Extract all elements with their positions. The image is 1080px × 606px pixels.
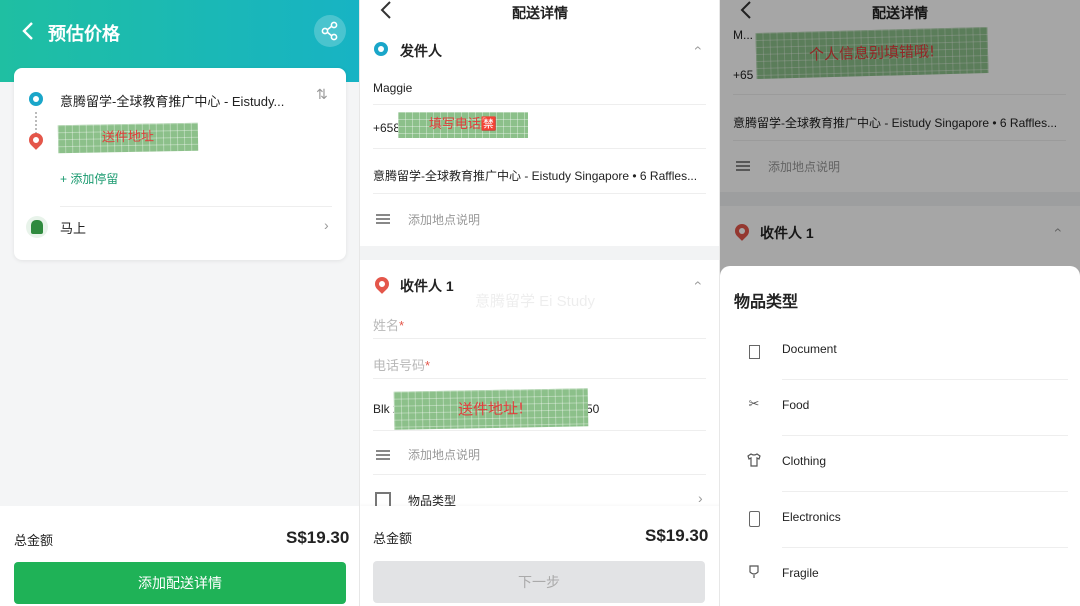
item-type-screen: 配送详情 M... +65 个人信息别填错哦! 意腾留学-全球教育推广中心 - …	[720, 0, 1080, 606]
divider	[373, 378, 706, 379]
motorbike-icon	[26, 216, 48, 238]
pickup-address[interactable]: 意腾留学-全球教育推广中心 - Eistudy...	[60, 91, 300, 110]
add-location-note[interactable]: 添加地点说明	[408, 446, 480, 463]
option-food[interactable]: ✂ Food	[720, 380, 1080, 436]
add-stop-link[interactable]: + 添加停留	[60, 170, 118, 187]
name-field[interactable]: 姓名*	[373, 315, 404, 334]
section-gap	[360, 246, 720, 260]
tape-phone-note: 填写电话🈲	[398, 112, 528, 138]
option-clothing[interactable]: Clothing	[720, 436, 1080, 492]
recipient-heading: 收件人 1	[400, 278, 454, 294]
share-button[interactable]	[314, 15, 346, 47]
food-icon: ✂	[748, 396, 760, 411]
option-label: Food	[782, 398, 810, 412]
notes-icon	[376, 450, 390, 460]
option-fragile[interactable]: Fragile	[720, 548, 1080, 604]
sender-name[interactable]: Maggie	[373, 81, 412, 95]
sender-address[interactable]: 意腾留学-全球教育推广中心 - Eistudy Singapore • 6 Ra…	[373, 167, 703, 184]
option-label: Clothing	[782, 454, 827, 468]
delivery-details-screen: 配送详情 发件人 › Maggie +658 填写电话🈲 意腾留学-全球教育推广…	[360, 0, 720, 606]
shirt-icon	[747, 453, 761, 467]
estimate-screen: 预估价格 意腾留学-全球教育推广中心 - Eistudy... ⇅ 送件地址 +…	[0, 0, 360, 606]
item-type-row[interactable]: 物品类型 ›	[360, 484, 720, 508]
document-icon	[749, 345, 760, 359]
page-title: 配送详情	[512, 5, 568, 21]
item-type-sheet: 物品类型 Document ✂ Food Clothing Electronic…	[720, 266, 1080, 606]
divider	[373, 338, 706, 339]
total-label: 总金额	[14, 533, 54, 548]
divider	[373, 474, 706, 475]
option-label: Electronics	[782, 510, 841, 524]
divider	[373, 148, 706, 149]
divider	[60, 206, 332, 207]
divider	[373, 193, 706, 194]
add-delivery-details-button[interactable]: 添加配送详情	[14, 562, 346, 604]
fragile-icon	[749, 565, 759, 578]
page-title: 预估价格	[48, 24, 120, 44]
option-label: Fragile	[782, 566, 819, 580]
chevron-right-icon[interactable]: ›	[324, 217, 329, 233]
phone-placeholder: 电话号码	[373, 358, 426, 373]
sender-dot-icon	[374, 42, 388, 56]
required-mark: *	[425, 358, 431, 373]
required-mark: *	[399, 318, 405, 333]
bottom-bar: 总金额 S$19.30 下一步	[360, 506, 720, 606]
tape-note: 送件地址	[57, 122, 199, 154]
share-icon	[321, 21, 338, 41]
box-icon	[375, 492, 391, 506]
add-location-note[interactable]: 添加地点说明	[408, 211, 480, 228]
bottom-bar: 总金额 S$19.30 添加配送详情	[0, 506, 360, 606]
divider	[373, 430, 706, 431]
phone-field[interactable]: 电话号码*	[373, 355, 430, 374]
sender-phone[interactable]: +658	[373, 121, 400, 135]
total-label: 总金额	[373, 531, 413, 546]
option-label: Document	[782, 342, 837, 356]
total-amount: S$19.30	[286, 528, 350, 547]
delivery-time[interactable]: 马上	[60, 218, 86, 237]
watermark: 意腾留学 Ei Study	[475, 293, 596, 310]
chevron-up-icon[interactable]: ›	[688, 281, 704, 286]
sender-heading: 发件人	[400, 43, 442, 59]
chevron-right-icon: ›	[698, 490, 703, 506]
tape-address-note: 送件地址!	[393, 388, 589, 430]
back-arrow-icon[interactable]	[18, 18, 40, 44]
dropoff-pin-icon	[26, 130, 46, 150]
phone-icon	[749, 511, 760, 527]
pickup-dot-icon	[29, 92, 43, 106]
divider	[373, 104, 706, 105]
option-document[interactable]: Document	[720, 324, 1080, 380]
swap-icon[interactable]: ⇅	[316, 86, 328, 103]
name-placeholder: 姓名	[373, 318, 400, 333]
recipient-pin-icon	[372, 274, 392, 294]
next-step-button[interactable]: 下一步	[373, 561, 705, 603]
nav-bar: 配送详情	[360, 0, 720, 26]
total-amount: S$19.30	[645, 526, 709, 545]
option-electronics[interactable]: Electronics	[720, 492, 1080, 548]
route-card: 意腾留学-全球教育推广中心 - Eistudy... ⇅ 送件地址 + 添加停留…	[14, 68, 346, 260]
notes-icon	[376, 214, 390, 224]
sheet-title: 物品类型	[734, 294, 799, 311]
chevron-up-icon[interactable]: ›	[688, 46, 704, 51]
